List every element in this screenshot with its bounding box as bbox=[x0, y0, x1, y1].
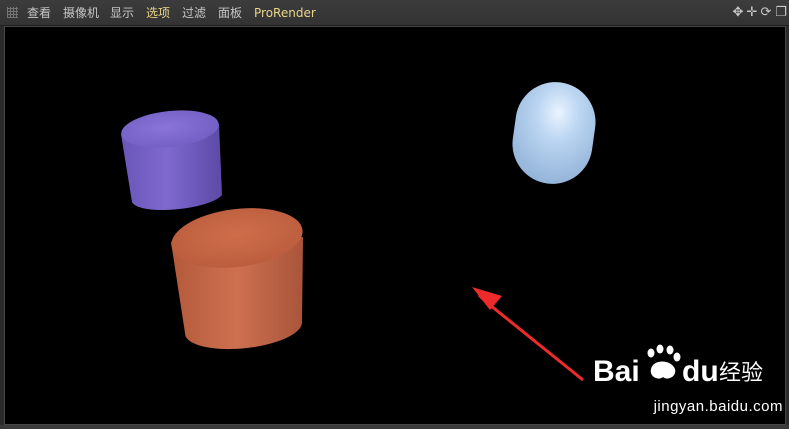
orange-cylinder[interactable] bbox=[168, 201, 306, 350]
rotate-icon[interactable]: ⟳ bbox=[759, 4, 773, 22]
baidu-watermark: Bai du 经验 jingyan.baidu.com bbox=[593, 343, 783, 415]
annotation-arrow bbox=[472, 287, 584, 382]
menu-panel[interactable]: 面板 bbox=[218, 0, 242, 26]
watermark-url: jingyan.baidu.com bbox=[653, 398, 783, 415]
menu-prorender[interactable]: ProRender bbox=[254, 0, 316, 26]
menu-display[interactable]: 显示 bbox=[110, 0, 134, 26]
panel-grip-icon[interactable] bbox=[7, 7, 18, 18]
pan-icon[interactable]: ✛ bbox=[745, 4, 759, 22]
viewport-menubar: 查看 摄像机 显示 选项 过滤 面板 ProRender ✥ ✛ ⟳ ❐ bbox=[0, 0, 789, 26]
svg-text:du: du bbox=[682, 355, 719, 388]
menu-view[interactable]: 查看 bbox=[27, 0, 51, 26]
menu-filter[interactable]: 过滤 bbox=[182, 0, 206, 26]
move-icon[interactable]: ✥ bbox=[731, 4, 745, 22]
purple-cylinder[interactable] bbox=[119, 106, 222, 211]
blue-capsule[interactable] bbox=[507, 77, 600, 189]
menu-options[interactable]: 选项 bbox=[146, 0, 170, 26]
maximize-icon[interactable]: ❐ bbox=[774, 4, 788, 22]
svg-text:经验: 经验 bbox=[719, 361, 763, 386]
svg-text:Bai: Bai bbox=[593, 355, 640, 388]
menu-camera[interactable]: 摄像机 bbox=[63, 0, 99, 26]
baidu-logo: Bai du 经验 bbox=[593, 344, 763, 388]
bottom-strip bbox=[0, 425, 789, 429]
viewport-nav-icons: ✥ ✛ ⟳ ❐ bbox=[731, 4, 789, 22]
